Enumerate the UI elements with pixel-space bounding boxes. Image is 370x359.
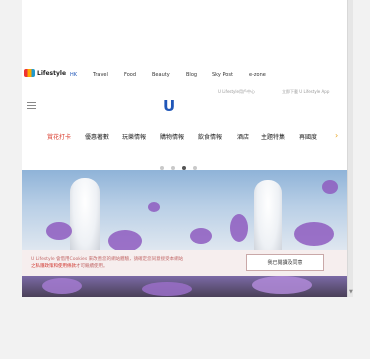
- flower-decoration: [294, 222, 334, 246]
- category-deals[interactable]: 優惠著數: [85, 132, 109, 141]
- statue-image-right: [254, 180, 282, 250]
- flower-decoration: [190, 228, 212, 244]
- flower-decoration: [108, 230, 142, 250]
- nav-item-e-zone[interactable]: e-zone: [249, 72, 266, 78]
- cookie-notice: U Lifestyle 會借用Cookies 來改善您的網站體驗，請確定您同意接…: [22, 250, 347, 276]
- chevron-right-icon[interactable]: ›: [335, 131, 338, 140]
- scroll-down-icon[interactable]: ▼: [349, 289, 353, 295]
- nav-item-blog[interactable]: Blog: [186, 72, 197, 78]
- browser-frame: Lifestyle HK Travel Food Beauty Blog Sky…: [0, 0, 370, 359]
- nav-item-hk[interactable]: HK: [70, 72, 77, 78]
- nav-item-beauty[interactable]: Beauty: [152, 72, 170, 78]
- nav-item-food[interactable]: Food: [124, 72, 136, 78]
- category-play[interactable]: 玩樂情報: [122, 132, 146, 141]
- category-bar: 賞花打卡 優惠著數 玩樂情報 購物情報 飲食情報 酒店 主題特集 再國度 ›: [22, 130, 347, 144]
- cookie-notice-text: U Lifestyle 會借用Cookies 來改善您的網站體驗，請確定您同意接…: [31, 257, 184, 262]
- flower-decoration: [42, 278, 82, 294]
- category-shopping[interactable]: 購物情報: [160, 132, 184, 141]
- lifestyle-logo-icon: [24, 69, 35, 77]
- flower-decoration: [148, 202, 160, 212]
- hero-image[interactable]: [22, 170, 347, 250]
- flower-decoration: [230, 214, 248, 242]
- category-flowers[interactable]: 賞花打卡: [47, 132, 71, 141]
- cookie-notice-tail: 才可繼續使用。: [76, 264, 108, 269]
- nav-item-travel[interactable]: Travel: [93, 72, 108, 78]
- download-app-link[interactable]: 立即下載 U Lifestyle App: [282, 89, 329, 95]
- flower-decoration: [252, 276, 312, 294]
- flower-decoration: [322, 180, 338, 194]
- category-features[interactable]: 主題特集: [261, 132, 285, 141]
- lifestyle-logo[interactable]: Lifestyle: [24, 69, 66, 77]
- logo-text: Lifestyle: [37, 69, 67, 77]
- menu-icon[interactable]: [27, 102, 36, 111]
- flower-decoration: [142, 282, 192, 296]
- hero-image-lower: [22, 276, 347, 297]
- u-brand-logo[interactable]: U: [163, 97, 175, 115]
- member-center-link[interactable]: U Lifestyle用戶中心: [218, 89, 255, 95]
- category-travel-again[interactable]: 再國度: [299, 132, 317, 141]
- nav-item-sky-post[interactable]: Sky Post: [212, 72, 233, 78]
- page-scrollbar[interactable]: ▼: [347, 0, 353, 297]
- top-nav: Lifestyle HK Travel Food Beauty Blog Sky…: [22, 69, 347, 81]
- privacy-policy-link[interactable]: 之私隱政策和使用條款: [31, 264, 76, 269]
- category-hotels[interactable]: 酒店: [237, 132, 249, 141]
- accept-cookies-button[interactable]: 我已閱讀及同意: [246, 254, 324, 271]
- flower-decoration: [46, 222, 72, 240]
- category-dining[interactable]: 飲食情報: [198, 132, 222, 141]
- web-page: Lifestyle HK Travel Food Beauty Blog Sky…: [22, 0, 347, 297]
- statue-image-left: [70, 178, 100, 250]
- cookie-notice-text-2: 之私隱政策和使用條款才可繼續使用。: [31, 263, 108, 269]
